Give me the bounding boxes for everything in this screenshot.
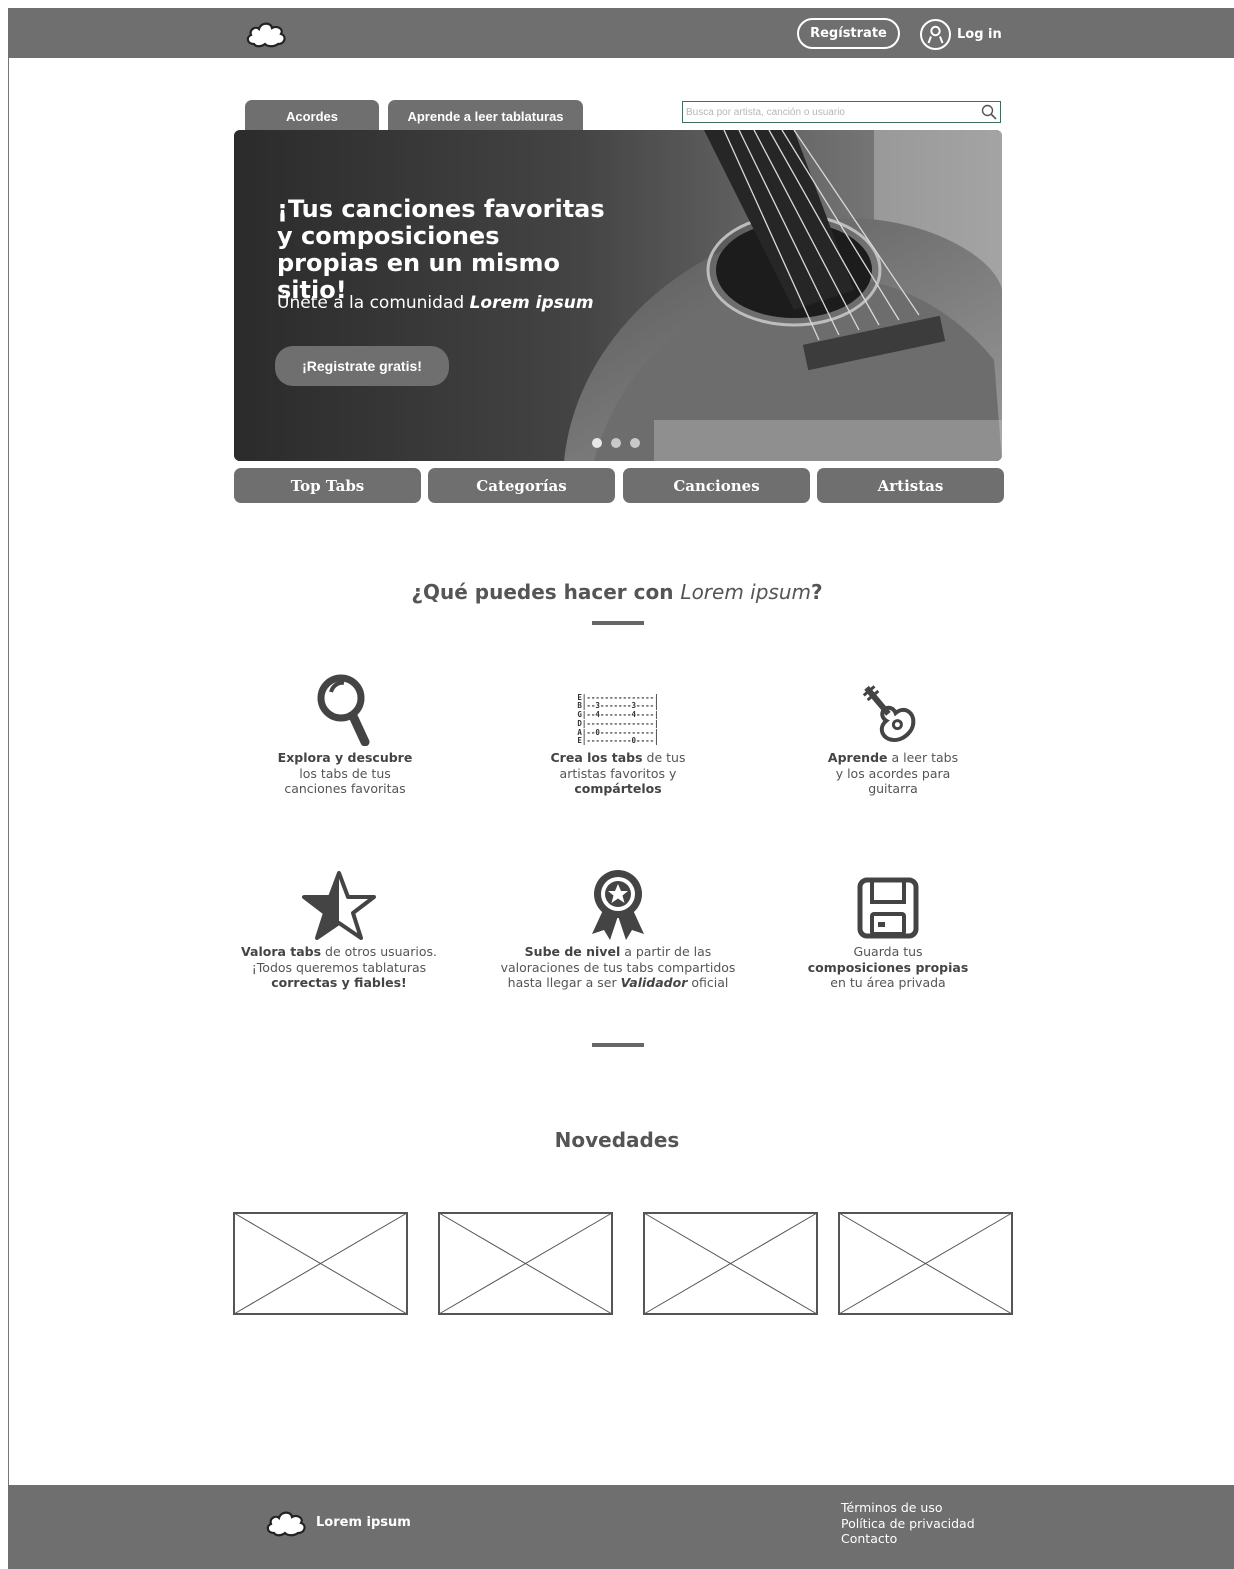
user-icon bbox=[920, 18, 951, 50]
floppy-disk-icon bbox=[857, 877, 919, 939]
nav-top-tabs[interactable]: Top Tabs bbox=[234, 468, 421, 503]
tab-acordes-label: Acordes bbox=[285, 108, 339, 124]
feature-explore-bold: Explora y descubre bbox=[277, 750, 413, 765]
magnifier-icon bbox=[317, 674, 370, 746]
feature-level-line2: valoraciones de tus tabs compartidos bbox=[500, 959, 736, 975]
nav-artistas[interactable]: Artistas bbox=[817, 468, 1004, 503]
footer-link-terms[interactable]: Términos de uso bbox=[841, 1500, 975, 1516]
feature-create-tabs: E|---------------| B|--3-------3----| G|… bbox=[488, 668, 748, 797]
feature-learn-line3: guitarra bbox=[868, 781, 918, 796]
feature-rate-bold2: correctas y fiables! bbox=[271, 975, 407, 990]
hero-subtitle-prefix: Únete a la comunidad bbox=[277, 293, 465, 313]
feature-rate-line2: ¡Todos queremos tablaturas bbox=[251, 959, 427, 975]
features-title-suffix: ? bbox=[811, 580, 823, 604]
feature-create-bold: Crea los tabs bbox=[550, 750, 643, 765]
feature-rate-rest1: de otros usuarios. bbox=[321, 944, 437, 959]
feature-learn-rest1: a leer tabs bbox=[887, 750, 959, 765]
news-image-placeholder[interactable] bbox=[643, 1212, 818, 1315]
feature-level-bold: Sube de nivel bbox=[524, 944, 621, 959]
login-button[interactable]: Log in bbox=[920, 17, 1002, 51]
feature-save: Guarda tus composiciones propias en tu á… bbox=[758, 862, 1018, 991]
feature-level-rest3: hasta llegar a ser bbox=[507, 975, 621, 990]
feature-learn-text: Aprende a leer tabs y los acordes para g… bbox=[763, 750, 1023, 797]
footer-brand-name: Lorem ipsum bbox=[316, 1514, 411, 1530]
feature-save-text: Guarda tus composiciones propias en tu á… bbox=[758, 944, 1018, 991]
feature-create-text: Crea los tabs de tus artistas favoritos … bbox=[488, 750, 748, 797]
feature-level-bold2: Validador bbox=[620, 975, 688, 990]
feature-save-line3: en tu área privada bbox=[830, 975, 946, 990]
hero-subtitle: Únete a la comunidad Lorem ipsum bbox=[277, 293, 594, 313]
feature-rate: Valora tabs de otros usuarios. ¡Todos qu… bbox=[209, 862, 469, 991]
feature-explore-text: Explora y descubre los tabs de tus canci… bbox=[215, 750, 475, 797]
hero-subtitle-brand: Lorem ipsum bbox=[469, 293, 594, 313]
login-label: Log in bbox=[957, 26, 1002, 42]
feature-level-rest1: a partir de las bbox=[620, 944, 712, 959]
award-badge-icon bbox=[592, 870, 644, 940]
tab-acordes[interactable]: Acordes bbox=[245, 100, 379, 132]
tablature-icon: E|---------------| B|--3-------3----| G|… bbox=[577, 693, 659, 746]
news-image-placeholder[interactable] bbox=[438, 1212, 613, 1315]
carousel-dot-3[interactable] bbox=[630, 438, 640, 448]
section-divider bbox=[592, 621, 644, 625]
feature-learn-bold: Aprende bbox=[827, 750, 888, 765]
feature-create-rest1: de tus bbox=[642, 750, 686, 765]
nav-categorias[interactable]: Categorías bbox=[428, 468, 615, 503]
feature-explore-line3: canciones favoritas bbox=[284, 781, 406, 796]
footer: Lorem ipsum Términos de uso Política de … bbox=[8, 1485, 1234, 1569]
news-image-placeholder[interactable] bbox=[233, 1212, 408, 1315]
news-title: Novedades bbox=[554, 1128, 680, 1152]
cloud-logo-icon bbox=[266, 1511, 306, 1537]
tab-line: E|----------0----| bbox=[577, 736, 659, 746]
feature-explore-line2: los tabs de tus bbox=[299, 765, 391, 781]
feature-level-up: Sube de nivel a partir de las valoracion… bbox=[478, 862, 758, 991]
footer-brand[interactable]: Lorem ipsum bbox=[264, 1507, 411, 1537]
footer-link-contact[interactable]: Contacto bbox=[841, 1531, 975, 1547]
features-title-brand: Lorem ipsum bbox=[680, 580, 811, 604]
feature-level-rest4: oficial bbox=[687, 975, 729, 990]
hero-title: ¡Tus canciones favoritas y composiciones… bbox=[277, 195, 605, 304]
tab-aprende-tablaturas[interactable]: Aprende a leer tablaturas bbox=[388, 100, 583, 132]
footer-link-privacy[interactable]: Política de privacidad bbox=[841, 1516, 975, 1532]
news-image-placeholder[interactable] bbox=[838, 1212, 1013, 1315]
feature-level-text: Sube de nivel a partir de las valoracion… bbox=[478, 944, 758, 991]
feature-learn: Aprende a leer tabs y los acordes para g… bbox=[763, 668, 1023, 797]
feature-create-line2: artistas favoritos y bbox=[559, 765, 677, 781]
search-box bbox=[682, 101, 1001, 123]
feature-explore: Explora y descubre los tabs de tus canci… bbox=[215, 668, 475, 797]
register-free-button[interactable]: ¡Registrate gratis! bbox=[275, 346, 449, 386]
feature-rate-text: Valora tabs de otros usuarios. ¡Todos qu… bbox=[209, 944, 469, 991]
carousel-dot-2[interactable] bbox=[611, 438, 621, 448]
features-title: ¿Qué puedes hacer con Lorem ipsum? bbox=[0, 580, 1234, 604]
search-input[interactable] bbox=[686, 103, 976, 121]
feature-save-bold: composiciones propias bbox=[807, 959, 969, 975]
feature-save-line1: Guarda tus bbox=[853, 944, 923, 959]
half-star-icon bbox=[302, 871, 376, 940]
features-title-prefix: ¿Qué puedes hacer con bbox=[411, 580, 674, 604]
cloud-logo-icon[interactable] bbox=[244, 18, 288, 48]
hero-banner: ¡Tus canciones favoritas y composiciones… bbox=[234, 130, 1002, 461]
tab-aprende-label: Aprende a leer tablaturas bbox=[407, 108, 564, 124]
nav-canciones[interactable]: Canciones bbox=[623, 468, 810, 503]
guitar-icon bbox=[862, 685, 916, 742]
feature-create-bold2: compártelos bbox=[574, 781, 662, 796]
carousel-dot-1[interactable] bbox=[592, 438, 602, 448]
section-divider bbox=[592, 1043, 644, 1047]
carousel-dots bbox=[592, 438, 640, 448]
search-icon[interactable] bbox=[981, 104, 997, 120]
footer-links: Términos de uso Política de privacidad C… bbox=[841, 1500, 975, 1547]
top-bar bbox=[8, 8, 1234, 58]
feature-rate-bold: Valora tabs bbox=[241, 944, 322, 959]
feature-learn-line2: y los acordes para bbox=[835, 765, 951, 781]
register-button[interactable]: Regístrate bbox=[797, 18, 900, 49]
